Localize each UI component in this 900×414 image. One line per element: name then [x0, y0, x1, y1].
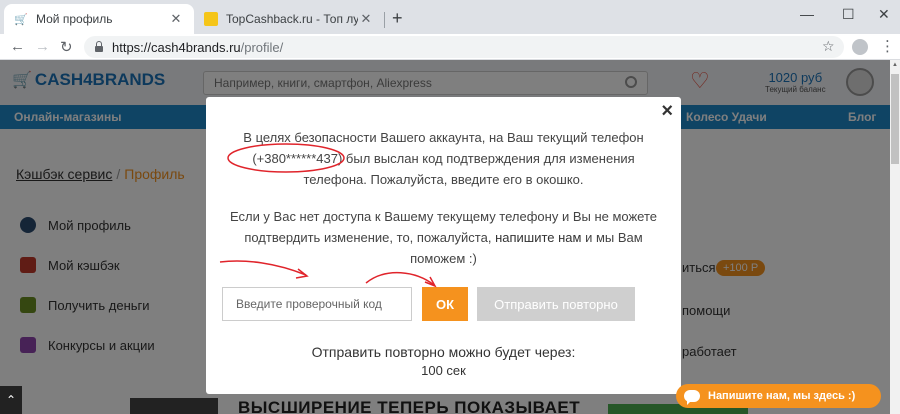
- masked-phone: (+380******437): [252, 151, 343, 166]
- minimize-button[interactable]: —: [800, 6, 814, 22]
- browser-tabbar: 🛒 Мой профиль ✕ TopCashback.ru - Топ луч…: [0, 0, 900, 34]
- tab-my-profile[interactable]: 🛒 Мой профиль ✕: [4, 4, 194, 34]
- forward-button[interactable]: →: [35, 38, 50, 55]
- address-bar[interactable]: https://cash4brands.ru /profile/: [84, 36, 844, 58]
- lock-favicon-icon: [204, 12, 218, 26]
- bookmark-star-icon[interactable]: ☆: [822, 38, 835, 55]
- scrollbar-thumb[interactable]: [891, 74, 899, 164]
- message-line-1: В целях безопасности Вашего аккаунта, на…: [243, 130, 644, 145]
- url-host: https://cash4brands.ru: [112, 39, 241, 55]
- url-path: /profile/: [240, 39, 284, 55]
- tab-divider: [384, 12, 385, 28]
- lock-icon: [94, 41, 104, 53]
- maximize-button[interactable]: ☐: [842, 6, 855, 23]
- arrow-head-ok: [424, 276, 437, 288]
- back-button[interactable]: ←: [10, 38, 25, 55]
- close-tab-icon[interactable]: ✕: [168, 11, 184, 27]
- write-us-link[interactable]: напишите нам: [495, 230, 581, 245]
- phone-verification-modal: × В целях безопасности Вашего аккаунта, …: [206, 97, 681, 394]
- close-window-button[interactable]: ✕: [878, 6, 890, 23]
- resend-timer-value: 100 сек: [421, 363, 466, 378]
- close-icon[interactable]: ×: [661, 101, 673, 121]
- resend-button[interactable]: Отправить повторно: [477, 287, 635, 321]
- arrow-head-input: [295, 268, 309, 279]
- message-line-2: был выслан код подтверждения для изменен…: [303, 151, 635, 187]
- reload-button[interactable]: ↻: [60, 38, 73, 56]
- security-message: В целях безопасности Вашего аккаунта, на…: [226, 127, 661, 190]
- help-message: Если у Вас нет доступа к Вашему текущему…: [226, 206, 661, 269]
- browser-toolbar: ← → ↻ https://cash4brands.ru /profile/ ☆…: [0, 34, 900, 60]
- verification-code-input[interactable]: [222, 287, 412, 321]
- browser-menu-icon[interactable]: ⋮: [880, 37, 895, 55]
- resend-timer-label: Отправить повторно можно будет через:: [311, 344, 576, 360]
- close-tab-icon[interactable]: ✕: [358, 11, 374, 27]
- scroll-up-arrow-icon[interactable]: ▲: [892, 62, 898, 68]
- tab-label: TopCashback.ru - Топ лучших к: [226, 12, 358, 26]
- chat-widget-button[interactable]: Напишите нам, мы здесь :): [676, 384, 881, 408]
- cart-favicon-icon: 🛒: [14, 13, 28, 26]
- new-tab-button[interactable]: +: [392, 8, 403, 29]
- ok-button[interactable]: ОК: [422, 287, 468, 321]
- scroll-to-top-button[interactable]: ⌃: [0, 386, 22, 414]
- chat-widget-label: Напишите нам, мы здесь :): [708, 390, 856, 402]
- arrow-to-ok: [365, 271, 435, 286]
- profile-avatar-icon[interactable]: [852, 39, 868, 55]
- tab-label: Мой профиль: [36, 12, 113, 26]
- chat-bubble-icon: [684, 390, 700, 405]
- tab-topcashback[interactable]: TopCashback.ru - Топ лучших к ✕: [194, 4, 384, 34]
- page-scrollbar[interactable]: ▲: [890, 60, 900, 414]
